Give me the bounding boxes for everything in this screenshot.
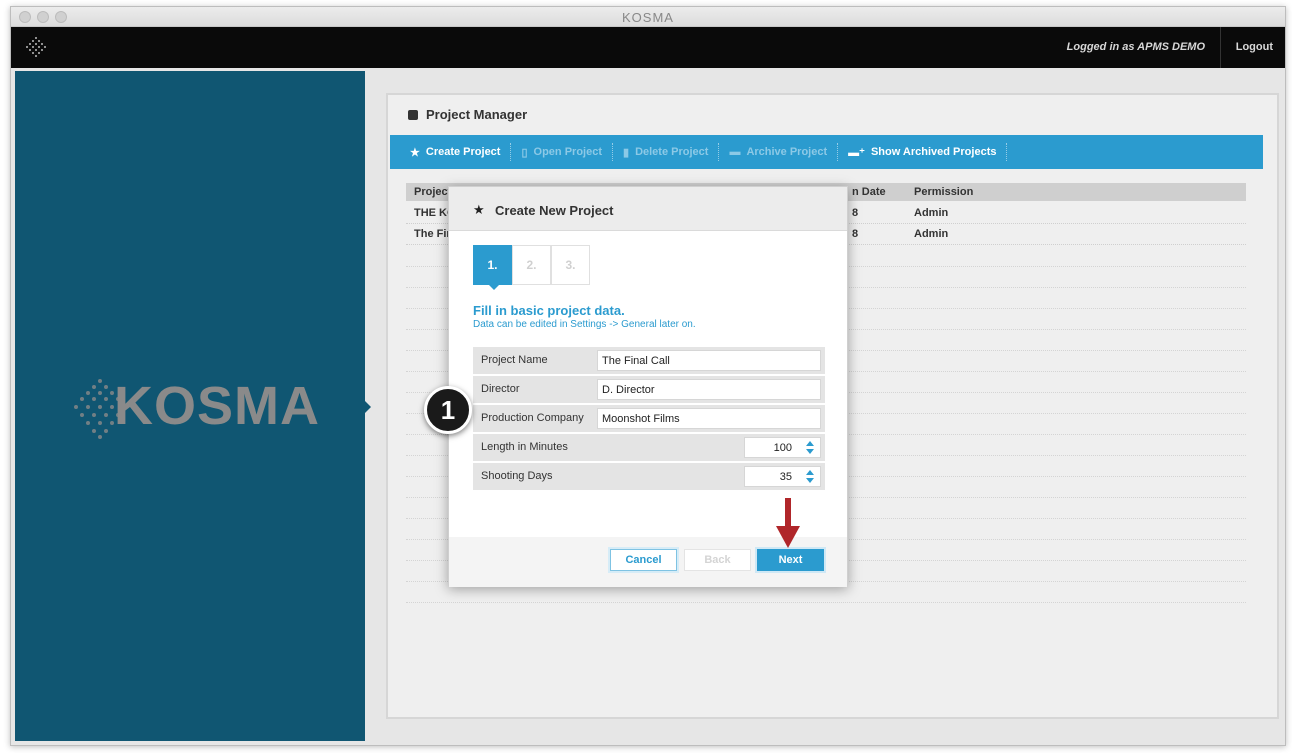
decrement-icon[interactable]	[806, 478, 814, 483]
dialog-header: ★ Create New Project	[449, 187, 847, 231]
background-strip	[0, 0, 10, 753]
increment-icon[interactable]	[806, 441, 814, 446]
project-name-label: Project Name	[481, 354, 548, 366]
step-3[interactable]: 3.	[551, 245, 590, 285]
director-label: Director	[481, 383, 520, 395]
window-title: KOSMA	[622, 10, 674, 25]
director-input[interactable]: D. Director	[597, 379, 821, 400]
delete-project-label: Delete Project	[635, 146, 709, 158]
show-archived-projects-button[interactable]: ▬⁺ Show Archived Projects	[838, 143, 1008, 161]
production-company-row: Production Company Moonshot Films	[473, 405, 825, 432]
form-subheading: Data can be edited in Settings -> Genera…	[473, 319, 696, 330]
book-icon: ▯	[521, 146, 528, 159]
form-heading: Fill in basic project data.	[473, 303, 625, 318]
top-bar: Logged in as APMS DEMO Logout	[11, 27, 1285, 68]
open-project-label: Open Project	[533, 146, 602, 158]
star-icon: ★	[473, 202, 485, 217]
delete-project-button[interactable]: ▮ Delete Project	[613, 143, 720, 161]
window-titlebar: KOSMA	[11, 7, 1285, 27]
archive-plus-icon: ▬⁺	[848, 146, 865, 159]
column-permission[interactable]: Permission	[914, 186, 973, 198]
length-label: Length in Minutes	[481, 441, 568, 453]
date-cell: 8	[852, 207, 859, 219]
project-toolbar: ★ Create Project ▯ Open Project ▮ Delete Pr…	[390, 135, 1263, 169]
logged-in-label: Logged in as APMS DEMO	[1066, 41, 1205, 53]
increment-icon[interactable]	[806, 470, 814, 475]
dialog-title: Create New Project	[495, 203, 614, 218]
production-company-input[interactable]: Moonshot Films	[597, 408, 821, 429]
director-row: Director D. Director	[473, 376, 825, 403]
decrement-icon[interactable]	[806, 449, 814, 454]
brand-name: KOSMA	[114, 376, 320, 436]
archive-icon	[408, 110, 418, 120]
create-project-button[interactable]: ★ Create Project	[410, 143, 512, 161]
trash-icon: ▮	[623, 146, 630, 159]
sidebar-pointer	[363, 399, 371, 415]
sidebar: KOSMA	[15, 71, 371, 741]
shooting-days-stepper[interactable]: 35	[744, 466, 821, 487]
shooting-days-row: Shooting Days 35	[473, 463, 825, 490]
column-project[interactable]: Project	[414, 186, 451, 198]
shooting-days-label: Shooting Days	[481, 470, 553, 482]
column-date[interactable]: n Date	[852, 186, 886, 198]
step-1[interactable]: 1.	[473, 245, 512, 290]
star-icon: ★	[410, 146, 420, 159]
permission-cell: Admin	[914, 207, 949, 219]
step-2[interactable]: 2.	[512, 245, 551, 285]
table-grid-line	[406, 602, 1246, 603]
step-indicator: 1. 2. 3.	[473, 245, 590, 290]
length-value[interactable]: 100	[774, 442, 792, 454]
shooting-days-value[interactable]: 35	[780, 471, 792, 483]
panel-title-text: Project Manager	[426, 107, 528, 122]
cancel-button[interactable]: Cancel	[610, 549, 677, 571]
panel-title: Project Manager	[408, 107, 527, 122]
project-form: Project Name The Final Call Director D. …	[473, 347, 825, 492]
dialog-body: 1. 2. 3. Fill in basic project data. Dat…	[449, 231, 847, 537]
permission-cell: Admin	[914, 228, 949, 240]
kosma-logo-icon	[26, 37, 46, 57]
logout-button[interactable]: Logout	[1236, 41, 1273, 53]
archive-project-label: Archive Project	[746, 146, 828, 158]
length-row: Length in Minutes 100	[473, 434, 825, 461]
production-company-label: Production Company	[481, 412, 584, 424]
brand-logo: KOSMA	[70, 371, 330, 451]
length-stepper[interactable]: 100	[744, 437, 821, 458]
project-name-row: Project Name The Final Call	[473, 347, 825, 374]
show-archived-label: Show Archived Projects	[870, 146, 997, 158]
topbar-divider	[1220, 27, 1221, 68]
open-project-button[interactable]: ▯ Open Project	[511, 143, 613, 161]
archive-project-button[interactable]: ▬ Archive Project	[719, 143, 839, 161]
red-arrow-icon	[776, 498, 800, 548]
next-button[interactable]: Next	[757, 549, 824, 571]
create-project-label: Create Project	[425, 146, 501, 158]
date-cell: 8	[852, 228, 859, 240]
step-callout-badge: 1	[424, 386, 472, 434]
back-button[interactable]: Back	[684, 549, 751, 571]
archive-icon: ▬	[729, 146, 741, 158]
project-name-input[interactable]: The Final Call	[597, 350, 821, 371]
